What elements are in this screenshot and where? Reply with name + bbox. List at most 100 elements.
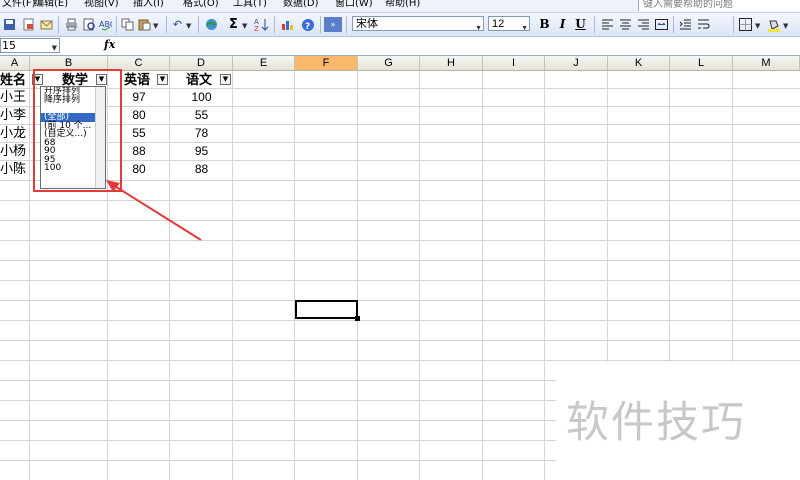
- grid-line: [0, 220, 800, 221]
- name-box[interactable]: 15 ▼: [0, 38, 60, 53]
- chevron-down-icon[interactable]: ▼: [521, 21, 528, 36]
- bold-button[interactable]: B: [537, 17, 552, 32]
- chinese-score-cell[interactable]: 78: [170, 124, 233, 143]
- help-icon[interactable]: ?: [300, 17, 315, 32]
- permission-icon[interactable]: [21, 17, 36, 32]
- align-right-icon[interactable]: [636, 17, 651, 32]
- column-header-l[interactable]: L: [670, 56, 733, 70]
- name-cell[interactable]: 小陈: [0, 160, 26, 179]
- column-header-g[interactable]: G: [358, 56, 420, 70]
- hyperlink-icon[interactable]: [204, 17, 219, 32]
- chevron-down-icon[interactable]: ▼: [755, 22, 760, 30]
- name-cell[interactable]: 小王: [0, 88, 26, 107]
- filter-dropdown-name[interactable]: ▼: [32, 74, 43, 85]
- chinese-score-cell[interactable]: 88: [170, 160, 233, 179]
- chinese-score-cell[interactable]: 55: [170, 106, 233, 125]
- toolbar-separator: [274, 16, 275, 33]
- watermark: 软件技巧: [566, 398, 746, 448]
- column-header-i[interactable]: I: [483, 56, 545, 70]
- function-icon[interactable]: fx: [104, 38, 115, 51]
- wrap-text-icon[interactable]: [696, 17, 711, 32]
- menu-window[interactable]: 窗口(W): [335, 0, 373, 10]
- english-score-cell[interactable]: 80: [108, 106, 170, 125]
- svg-text:Z: Z: [254, 25, 259, 32]
- italic-button[interactable]: I: [555, 17, 570, 32]
- toolbar-separator: [673, 16, 674, 33]
- chevron-down-icon[interactable]: ▼: [242, 22, 247, 30]
- menu-edit[interactable]: 编辑(E): [34, 0, 68, 10]
- menu-file[interactable]: 文件(F): [2, 0, 36, 10]
- column-header-d[interactable]: D: [170, 56, 233, 70]
- chart-wizard-icon[interactable]: [280, 17, 295, 32]
- menu-insert[interactable]: 插入(I): [133, 0, 164, 10]
- paste-icon[interactable]: [137, 17, 152, 32]
- column-header-j[interactable]: J: [545, 56, 608, 70]
- chevron-down-icon: ▼: [98, 75, 105, 83]
- increase-indent-icon[interactable]: [678, 17, 693, 32]
- help-search-input[interactable]: 键入需要帮助的问题: [638, 0, 800, 11]
- column-header-e[interactable]: E: [233, 56, 295, 70]
- menu-tools[interactable]: 工具(T): [233, 0, 267, 10]
- grid-line: [357, 71, 358, 480]
- menu-view[interactable]: 视图(V): [84, 0, 119, 10]
- column-header-c[interactable]: C: [108, 56, 170, 70]
- english-score-cell[interactable]: 97: [108, 88, 170, 107]
- column-header-b[interactable]: B: [30, 56, 108, 70]
- toolbar: ABC ▼ ↶ ▼ Σ ▼ AZ ? » 宋体 ▼ 12 ▼ B I U: [0, 13, 800, 37]
- chevron-down-icon[interactable]: ▼: [783, 22, 788, 30]
- fill-color-icon[interactable]: [766, 17, 781, 32]
- english-score-cell[interactable]: 88: [108, 142, 170, 161]
- sort-ascending-icon[interactable]: AZ: [254, 17, 269, 32]
- fill-handle[interactable]: [355, 316, 360, 321]
- borders-icon[interactable]: [738, 17, 753, 32]
- underline-button[interactable]: U: [573, 17, 588, 32]
- chinese-score-cell[interactable]: 95: [170, 142, 233, 161]
- grid-line: [294, 71, 295, 480]
- menu-help[interactable]: 帮助(H): [385, 0, 420, 10]
- autosum-icon[interactable]: Σ: [226, 17, 241, 32]
- column-header-h[interactable]: H: [420, 56, 483, 70]
- column-header-a[interactable]: A: [0, 56, 30, 70]
- chinese-score-cell[interactable]: 100: [170, 88, 233, 107]
- filter-dropdown-math[interactable]: ▼: [96, 74, 107, 85]
- english-score-cell[interactable]: 80: [108, 160, 170, 179]
- english-score-cell[interactable]: 55: [108, 124, 170, 143]
- email-icon[interactable]: [39, 17, 54, 32]
- name-cell[interactable]: 小杨: [0, 142, 26, 161]
- menu-format[interactable]: 格式(O): [183, 0, 219, 10]
- formula-input[interactable]: [120, 38, 800, 53]
- toolbar-separator: [116, 16, 117, 33]
- font-size-select[interactable]: 12 ▼: [488, 16, 530, 32]
- grid-line: [0, 320, 800, 321]
- chevron-down-icon[interactable]: ▼: [475, 21, 482, 36]
- chevron-down-icon[interactable]: ▼: [186, 22, 191, 30]
- toolbar-options-icon[interactable]: »: [324, 17, 342, 32]
- align-left-icon[interactable]: [600, 17, 615, 32]
- filter-dropdown-english[interactable]: ▼: [157, 74, 168, 85]
- menu-data[interactable]: 数据(D): [283, 0, 319, 10]
- column-header-m[interactable]: M: [733, 56, 800, 70]
- active-cell[interactable]: [295, 300, 358, 319]
- name-cell[interactable]: 小龙: [0, 124, 26, 143]
- merge-center-icon[interactable]: [654, 17, 669, 32]
- grid-line: [0, 200, 800, 201]
- grid-line: [544, 71, 545, 480]
- undo-icon[interactable]: ↶: [170, 17, 185, 32]
- column-header-f[interactable]: F: [295, 56, 358, 70]
- toolbar-separator: [733, 16, 734, 33]
- name-cell[interactable]: 小李: [0, 106, 26, 125]
- align-center-icon[interactable]: [618, 17, 633, 32]
- save-icon[interactable]: [2, 17, 17, 32]
- grid-line: [0, 260, 800, 261]
- spelling-icon[interactable]: ABC: [98, 17, 113, 32]
- chevron-down-icon[interactable]: ▼: [153, 22, 158, 30]
- filter-dropdown-chinese[interactable]: ▼: [220, 74, 231, 85]
- chevron-down-icon[interactable]: ▼: [52, 42, 57, 55]
- dropdown-scrollbar[interactable]: [95, 87, 105, 188]
- print-icon[interactable]: [64, 17, 79, 32]
- copy-icon[interactable]: [120, 17, 135, 32]
- font-name-select[interactable]: 宋体 ▼: [352, 16, 484, 32]
- column-header-k[interactable]: K: [608, 56, 670, 70]
- autofilter-dropdown-list[interactable]: 升序排列 降序排列 (全部) (前 10 个... (自定义...) 68 90…: [40, 86, 106, 189]
- print-preview-icon[interactable]: [82, 17, 97, 32]
